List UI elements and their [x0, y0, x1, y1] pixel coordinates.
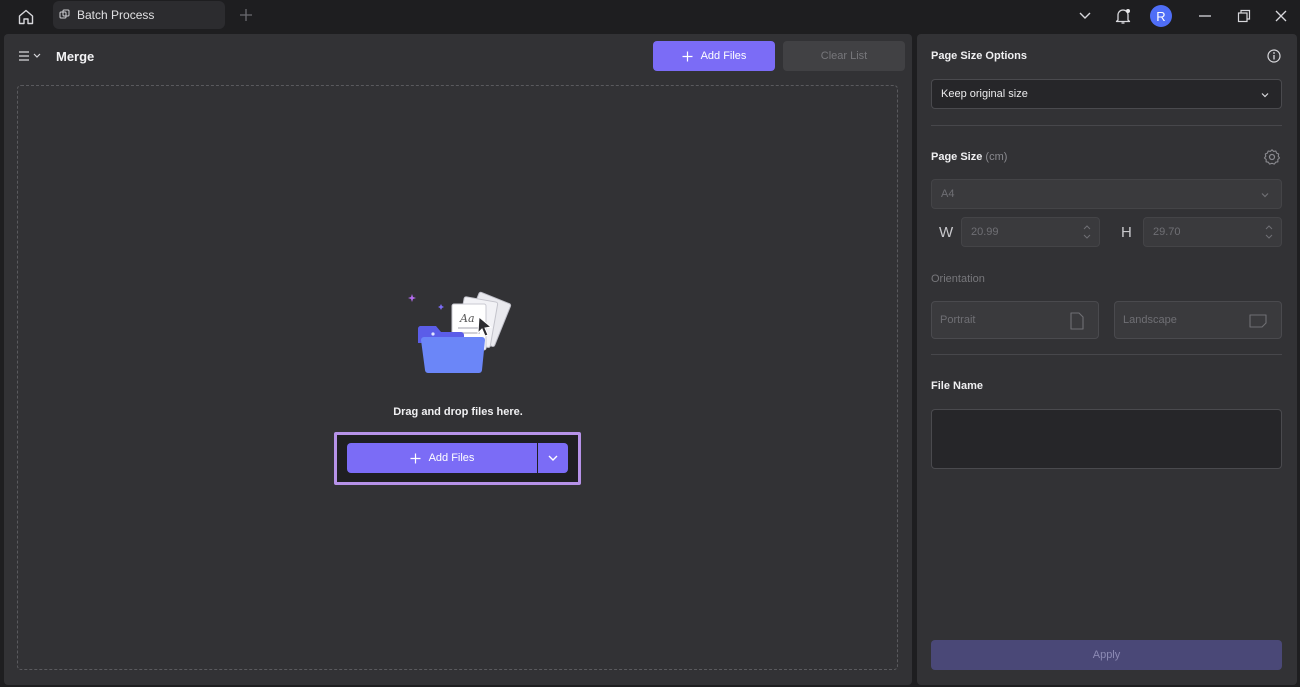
bell-icon — [1115, 9, 1131, 24]
add-files-main-button[interactable]: Add Files — [347, 443, 537, 473]
file-name-label: File Name — [931, 380, 983, 392]
page-size-options-select[interactable]: Keep original size — [931, 79, 1282, 109]
tab-batch-process[interactable]: Batch Process — [53, 1, 225, 29]
tab-list-button[interactable] — [1074, 4, 1096, 28]
landscape-label: Landscape — [1123, 314, 1177, 326]
info-icon[interactable] — [1267, 49, 1281, 63]
clear-list-label: Clear List — [820, 50, 868, 62]
gear-icon[interactable] — [1263, 148, 1281, 166]
divider — [931, 354, 1282, 355]
stepper-arrows-icon[interactable] — [1265, 223, 1273, 241]
height-input[interactable]: 29.70 — [1143, 217, 1282, 247]
restore-icon — [1237, 9, 1251, 23]
file-list-panel: Merge Add Files Clear List Aa Drag and d… — [4, 34, 912, 685]
chevron-down-icon — [1261, 193, 1269, 198]
drop-hint: Drag and drop files here. — [393, 406, 523, 418]
notifications-button[interactable] — [1112, 4, 1134, 28]
close-icon — [1275, 10, 1287, 22]
restore-button[interactable] — [1233, 4, 1255, 28]
apply-label: Apply — [1092, 649, 1121, 661]
home-button[interactable] — [14, 5, 38, 29]
close-button[interactable] — [1270, 4, 1292, 28]
landscape-button[interactable]: Landscape — [1114, 301, 1282, 339]
plus-icon — [682, 51, 693, 61]
height-letter: H — [1121, 224, 1132, 241]
stepper-arrows-icon[interactable] — [1083, 223, 1091, 241]
add-files-main-label: Add Files — [428, 452, 475, 464]
landscape-page-icon — [1249, 314, 1267, 328]
svg-text:Aa: Aa — [459, 312, 475, 325]
width-value: 20.99 — [971, 226, 999, 238]
orientation-label: Orientation — [931, 273, 985, 285]
divider — [931, 125, 1282, 126]
chevron-down-icon — [548, 455, 558, 461]
home-icon — [18, 9, 34, 25]
folder-documents-illustration: Aa — [408, 291, 512, 373]
page-size-options-label: Page Size Options — [931, 50, 1027, 62]
paper-size-select[interactable]: A4 — [931, 179, 1282, 209]
title-bar: Batch Process R — [0, 0, 1300, 34]
clear-list-button[interactable]: Clear List — [783, 41, 905, 71]
chevron-down-icon — [1261, 93, 1269, 98]
plus-icon — [410, 453, 421, 463]
page-size-label: Page Size (cm) — [931, 151, 1007, 163]
apply-button[interactable]: Apply — [931, 640, 1282, 670]
tab-label: Batch Process — [77, 8, 155, 22]
hamburger-icon — [19, 51, 29, 61]
minimize-icon — [1199, 15, 1211, 17]
height-value: 29.70 — [1153, 226, 1181, 238]
batch-process-icon — [59, 9, 71, 21]
add-files-button[interactable]: Add Files — [653, 41, 775, 71]
chevron-down-icon — [33, 53, 41, 58]
plus-icon — [240, 9, 252, 21]
add-files-dropdown-button[interactable] — [538, 443, 568, 473]
new-tab-button[interactable] — [236, 5, 256, 25]
portrait-button[interactable]: Portrait — [931, 301, 1099, 339]
portrait-label: Portrait — [940, 314, 976, 326]
avatar: R — [1150, 5, 1172, 27]
file-name-input[interactable] — [931, 409, 1282, 469]
settings-panel: Page Size Options Keep original size Pag… — [917, 34, 1297, 685]
page-size-options-value: Keep original size — [941, 88, 1028, 100]
paper-size-value: A4 — [941, 188, 955, 200]
account-button[interactable]: R — [1150, 4, 1172, 28]
chevron-down-icon — [1079, 12, 1091, 19]
portrait-page-icon — [1070, 312, 1084, 330]
page-title: Merge — [56, 49, 95, 64]
page-size-unit: (cm) — [985, 151, 1008, 163]
width-letter: W — [939, 224, 954, 241]
page-size-label-text: Page Size — [931, 151, 983, 163]
minimize-button[interactable] — [1194, 4, 1216, 28]
menu-button[interactable] — [18, 48, 44, 64]
add-files-label: Add Files — [700, 50, 747, 62]
width-input[interactable]: 20.99 — [961, 217, 1100, 247]
